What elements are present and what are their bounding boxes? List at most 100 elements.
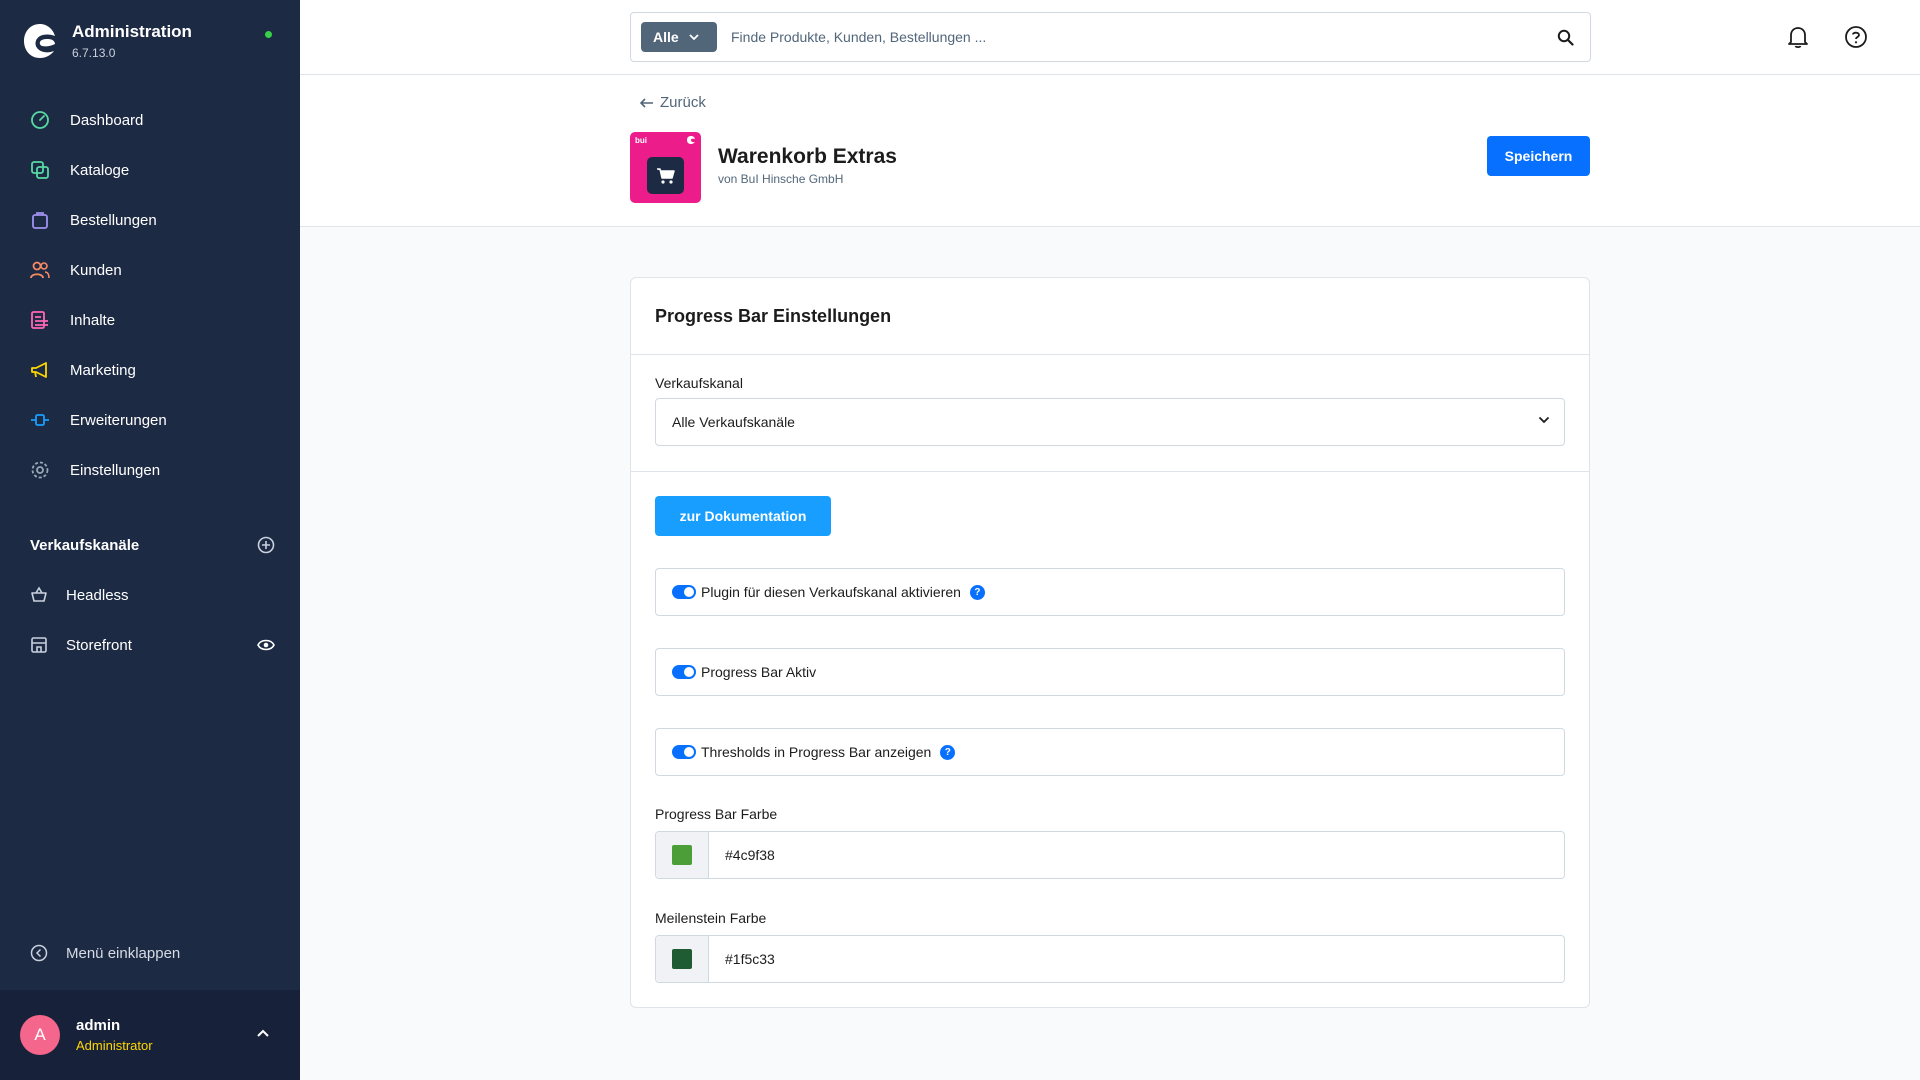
nav-item-einstellungen[interactable]: Einstellungen (0, 445, 300, 495)
dashboard-icon (28, 108, 52, 132)
nav-label: Kataloge (70, 161, 130, 179)
brand[interactable]: Administration 6.7.13.0 (22, 22, 192, 60)
search-input[interactable] (731, 29, 1557, 45)
help-icon[interactable] (1844, 25, 1868, 49)
sales-channel-select[interactable]: Alle Verkaufskanäle (655, 398, 1565, 446)
add-circle-icon[interactable] (257, 536, 275, 554)
chevron-down-icon (689, 33, 699, 40)
documentation-button[interactable]: zur Dokumentation (655, 496, 831, 536)
milestone-color-field (655, 935, 1565, 983)
nav-label: Erweiterungen (70, 411, 167, 429)
nav-item-inhalte[interactable]: Inhalte (0, 295, 300, 345)
help-badge-icon[interactable]: ? (940, 744, 956, 760)
eye-icon[interactable] (257, 638, 275, 652)
toggle-knob (684, 587, 694, 597)
main-nav: Dashboard Kataloge Bestellungen Kunden I… (0, 95, 300, 495)
user-name: admin (76, 1017, 121, 1034)
nav-label: Einstellungen (70, 461, 161, 479)
collapse-menu-label: Menü einklappen (66, 944, 181, 962)
progress-color-label: Progress Bar Farbe (655, 806, 778, 822)
chevron-down-icon (1538, 416, 1550, 424)
avatar: A (20, 1015, 60, 1055)
switch-label: Plugin für diesen Verkaufskanal aktivier… (701, 584, 961, 600)
progress-color-field (655, 831, 1565, 879)
color-swatch (672, 845, 692, 865)
divider (631, 471, 1589, 472)
progress-color-input[interactable] (725, 847, 1525, 863)
nav-label: Inhalte (70, 311, 116, 329)
sales-channel-label: Headless (66, 586, 129, 604)
nav-label: Bestellungen (70, 211, 157, 229)
users-icon (28, 258, 52, 282)
settings-card: Progress Bar Einstellungen Verkaufskanal… (630, 277, 1590, 1008)
nav-item-erweiterungen[interactable]: Erweiterungen (0, 395, 300, 445)
storefront-icon (31, 637, 47, 653)
search-type-dropdown[interactable]: Alle (641, 22, 717, 52)
topbar: Alle (300, 0, 1920, 75)
sales-channel-headless[interactable]: Headless (30, 580, 275, 610)
toggle-switch[interactable] (672, 745, 696, 759)
content-icon (28, 308, 52, 332)
nav-item-dashboard[interactable]: Dashboard (0, 95, 300, 145)
nav-label: Marketing (70, 361, 136, 379)
help-badge-icon[interactable]: ? (969, 584, 985, 600)
divider (631, 354, 1589, 355)
search-icon[interactable] (1557, 29, 1574, 46)
switch-show-thresholds: Thresholds in Progress Bar anzeigen ? (655, 728, 1565, 776)
nav-item-kataloge[interactable]: Kataloge (0, 145, 300, 195)
sales-channel-storefront[interactable]: Storefront (30, 630, 275, 660)
cart-tile (647, 157, 684, 194)
megaphone-icon (28, 358, 52, 382)
nav-item-marketing[interactable]: Marketing (0, 345, 300, 395)
sales-channel-label: Verkaufskanal (655, 375, 743, 391)
smart-bar: Zurück bui Warenkorb Extras von BuI Hins… (300, 75, 1920, 227)
milestone-color-label: Meilenstein Farbe (655, 910, 767, 926)
switch-label: Progress Bar Aktiv (701, 664, 817, 680)
shopware-logo-icon (24, 24, 55, 58)
sidebar: Administration 6.7.13.0 Dashboard Katalo… (0, 0, 300, 1080)
toggle-knob (684, 747, 694, 757)
arrow-left-icon (640, 97, 653, 108)
user-menu[interactable]: A admin Administrator (0, 990, 300, 1080)
switch-label: Thresholds in Progress Bar anzeigen (701, 744, 932, 760)
chevron-left-circle-icon (30, 944, 48, 962)
switch-progress-bar-active: Progress Bar Aktiv (655, 648, 1565, 696)
shopware-mini-icon (687, 136, 695, 144)
toggle-switch[interactable] (672, 585, 696, 599)
app-vendor: von BuI Hinsche GmbH (718, 172, 844, 186)
sales-channel-value: Alle Verkaufskanäle (672, 414, 795, 430)
page-title: Warenkorb Extras (718, 145, 897, 168)
basket-icon (31, 586, 47, 602)
back-link[interactable]: Zurück (640, 94, 706, 111)
nav-item-bestellungen[interactable]: Bestellungen (0, 195, 300, 245)
switch-plugin-active: Plugin für diesen Verkaufskanal aktivier… (655, 568, 1565, 616)
gear-icon (28, 458, 52, 482)
nav-item-kunden[interactable]: Kunden (0, 245, 300, 295)
catalog-icon (28, 158, 52, 182)
chevron-up-icon[interactable] (256, 1028, 270, 1038)
milestone-color-input[interactable] (725, 951, 1525, 967)
app-icon: bui (630, 132, 701, 203)
sales-channel-label: Storefront (66, 636, 132, 654)
bell-icon[interactable] (1787, 25, 1809, 49)
toggle-switch[interactable] (672, 665, 696, 679)
card-title: Progress Bar Einstellungen (655, 306, 892, 326)
user-role: Administrator (76, 1038, 153, 1053)
save-button[interactable]: Speichern (1487, 136, 1590, 176)
nav-label: Kunden (70, 261, 122, 279)
cart-icon (656, 167, 675, 184)
search-type-label: Alle (653, 29, 679, 45)
collapse-menu-button[interactable]: Menü einklappen (30, 944, 180, 962)
status-dot (265, 31, 272, 38)
plug-icon (28, 408, 52, 432)
global-search: Alle (630, 12, 1591, 62)
brand-title: Administration (72, 22, 192, 41)
app-icon-brand: bui (635, 136, 647, 145)
toggle-knob (684, 667, 694, 677)
color-picker-button[interactable] (656, 936, 709, 982)
bag-icon (28, 208, 52, 232)
sales-channels-header: Verkaufskanäle (30, 536, 275, 554)
color-picker-button[interactable] (656, 832, 709, 878)
back-label: Zurück (660, 94, 706, 111)
nav-label: Dashboard (70, 111, 144, 129)
